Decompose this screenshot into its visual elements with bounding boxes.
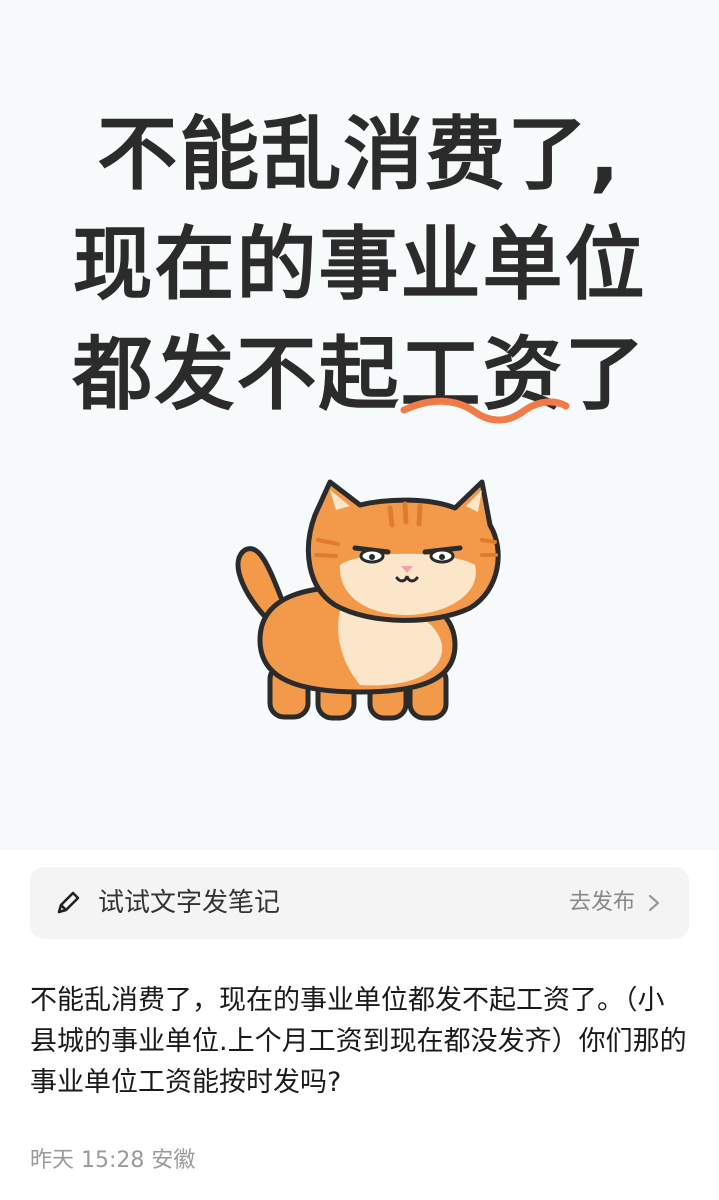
pencil-icon	[57, 891, 80, 914]
cover-image[interactable]: 不能乱消费了, 现在的事业单位 都发不起工资了	[0, 0, 719, 850]
post-meta: 昨天 15:28 安徽	[30, 1148, 196, 1173]
headline-line-2: 现在的事业单位	[72, 218, 647, 311]
post-body-text: 不能乱消费了，现在的事业单位都发不起工资了。（小县城的事业单位.上个月工资到现在…	[30, 985, 687, 1098]
compose-prompt: 试试文字发笔记	[98, 888, 281, 918]
headline-line-3: 都发不起工资了	[72, 328, 647, 421]
publish-link[interactable]: 去发布	[569, 867, 635, 939]
compose-bar[interactable]: 试试文字发笔记 去发布	[30, 867, 689, 939]
chevron-right-icon	[648, 894, 660, 912]
wavy-underline	[400, 397, 570, 424]
cat-illustration	[235, 479, 501, 721]
cover-headline: 不能乱消费了, 现在的事业单位 都发不起工资了	[0, 100, 719, 430]
headline-line-1: 不能乱消费了,	[97, 108, 622, 201]
